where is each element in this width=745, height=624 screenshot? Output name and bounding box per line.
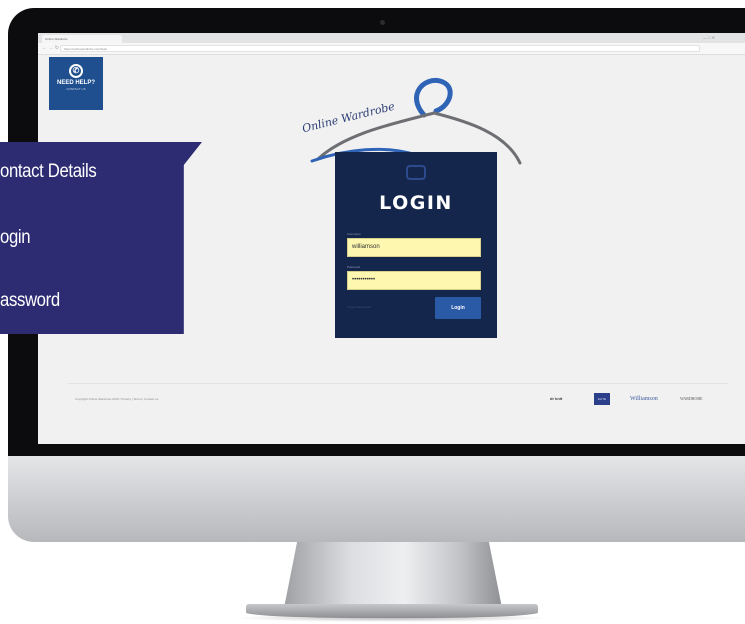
window-controls[interactable]: — □ ✕ [703,36,715,40]
monitor-stand-base [246,604,538,618]
footer-divider [68,383,728,384]
nav-arrows-icon[interactable]: ← → ↻ [42,45,59,52]
need-help-label: NEED HELP? [56,80,95,86]
camera-dot [380,20,385,25]
url-input[interactable]: https://onlinewardrobe.com/login [60,45,700,52]
footer-copyright: Copyright Online Wardrobe 2019 | Privacy… [75,397,159,401]
menu-item-contact-details[interactable]: ontact Details [0,160,97,184]
password-label: Password [347,265,361,269]
forgot-password-link[interactable]: Forgot Password? [347,305,371,309]
menu-item-login[interactable]: ogin [0,226,31,250]
monitor-chin [8,456,745,542]
login-card: LOGIN Username williamson Password •••••… [335,152,497,338]
partner-logo: ELITE [594,393,610,405]
whatsapp-icon: ✆ [69,64,83,78]
username-label: Username [347,232,361,236]
lock-icon [406,165,426,180]
need-help-button[interactable]: ✆ NEED HELP? CONTACT US [49,57,103,110]
login-title: LOGIN [379,192,453,214]
login-button[interactable]: Login [435,297,481,319]
partner-logo: dr knit [550,396,563,401]
browser-tab[interactable]: Online Wardrobe [42,35,122,43]
address-bar: ← → ↻ https://onlinewardrobe.com/login [38,43,745,55]
monitor-stand-neck [284,542,502,608]
menu-item-password[interactable]: assword [0,289,60,313]
username-field[interactable]: williamson [347,238,481,257]
need-help-sub-label: CONTACT US [66,87,86,91]
partner-logo: Williamson [630,396,658,402]
partner-logo: WARDROBE [680,396,703,401]
password-field[interactable]: ••••••••••• [347,271,481,290]
browser-tab-bar: Online Wardrobe — □ ✕ [38,33,745,43]
